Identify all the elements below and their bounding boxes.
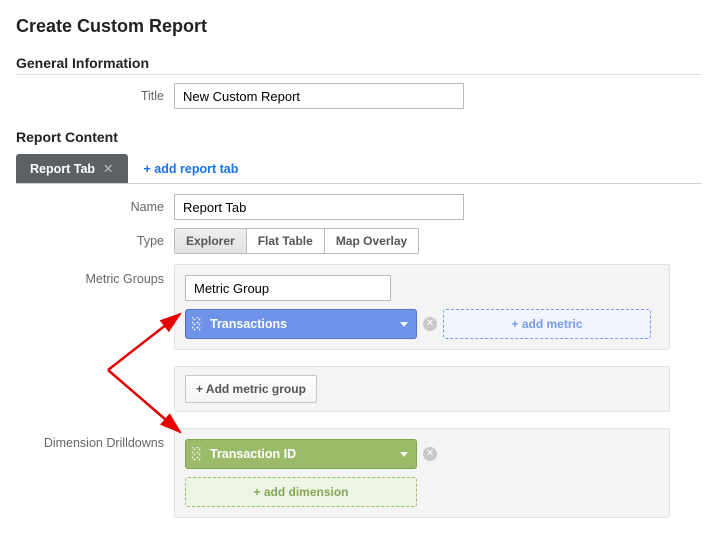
report-tab-active[interactable]: Report Tab ✕ <box>16 154 128 183</box>
page-title: Create Custom Report <box>16 16 701 37</box>
dimension-pill-label: Transaction ID <box>210 447 296 461</box>
title-input[interactable] <box>174 83 464 109</box>
metric-pill-transactions[interactable]: Transactions <box>185 309 417 339</box>
add-report-tab-link[interactable]: + add report tab <box>144 162 239 176</box>
metric-group-name-input[interactable] <box>185 275 391 301</box>
name-input[interactable] <box>174 194 464 220</box>
section-general-info: General Information <box>16 55 701 75</box>
dimension-pill-transaction-id[interactable]: Transaction ID <box>185 439 417 469</box>
report-tab-label: Report Tab <box>30 162 95 176</box>
chevron-down-icon[interactable] <box>400 452 408 457</box>
add-metric-button[interactable]: + add metric <box>443 309 651 339</box>
remove-metric-icon[interactable]: ✕ <box>423 317 437 331</box>
metric-groups-panel: Transactions ✕ + add metric <box>174 264 670 350</box>
metric-pill-label: Transactions <box>210 317 287 331</box>
metric-groups-label: Metric Groups <box>16 264 174 286</box>
add-metric-group-panel: + Add metric group <box>174 366 670 412</box>
type-option-explorer[interactable]: Explorer <box>175 229 247 253</box>
type-label: Type <box>16 234 174 248</box>
drag-handle-icon[interactable] <box>192 317 202 331</box>
add-metric-group-button[interactable]: + Add metric group <box>185 375 317 403</box>
dimension-drilldowns-label: Dimension Drilldowns <box>16 428 174 450</box>
chevron-down-icon[interactable] <box>400 322 408 327</box>
name-label: Name <box>16 200 174 214</box>
type-option-map-overlay[interactable]: Map Overlay <box>325 229 418 253</box>
remove-dimension-icon[interactable]: ✕ <box>423 447 437 461</box>
close-icon[interactable]: ✕ <box>103 161 113 176</box>
add-dimension-button[interactable]: + add dimension <box>185 477 417 507</box>
dimension-drilldowns-panel: Transaction ID ✕ + add dimension <box>174 428 670 518</box>
type-toggle: Explorer Flat Table Map Overlay <box>174 228 419 254</box>
type-option-flat-table[interactable]: Flat Table <box>247 229 325 253</box>
drag-handle-icon[interactable] <box>192 447 202 461</box>
title-label: Title <box>16 89 174 103</box>
section-report-content: Report Content <box>16 129 701 148</box>
